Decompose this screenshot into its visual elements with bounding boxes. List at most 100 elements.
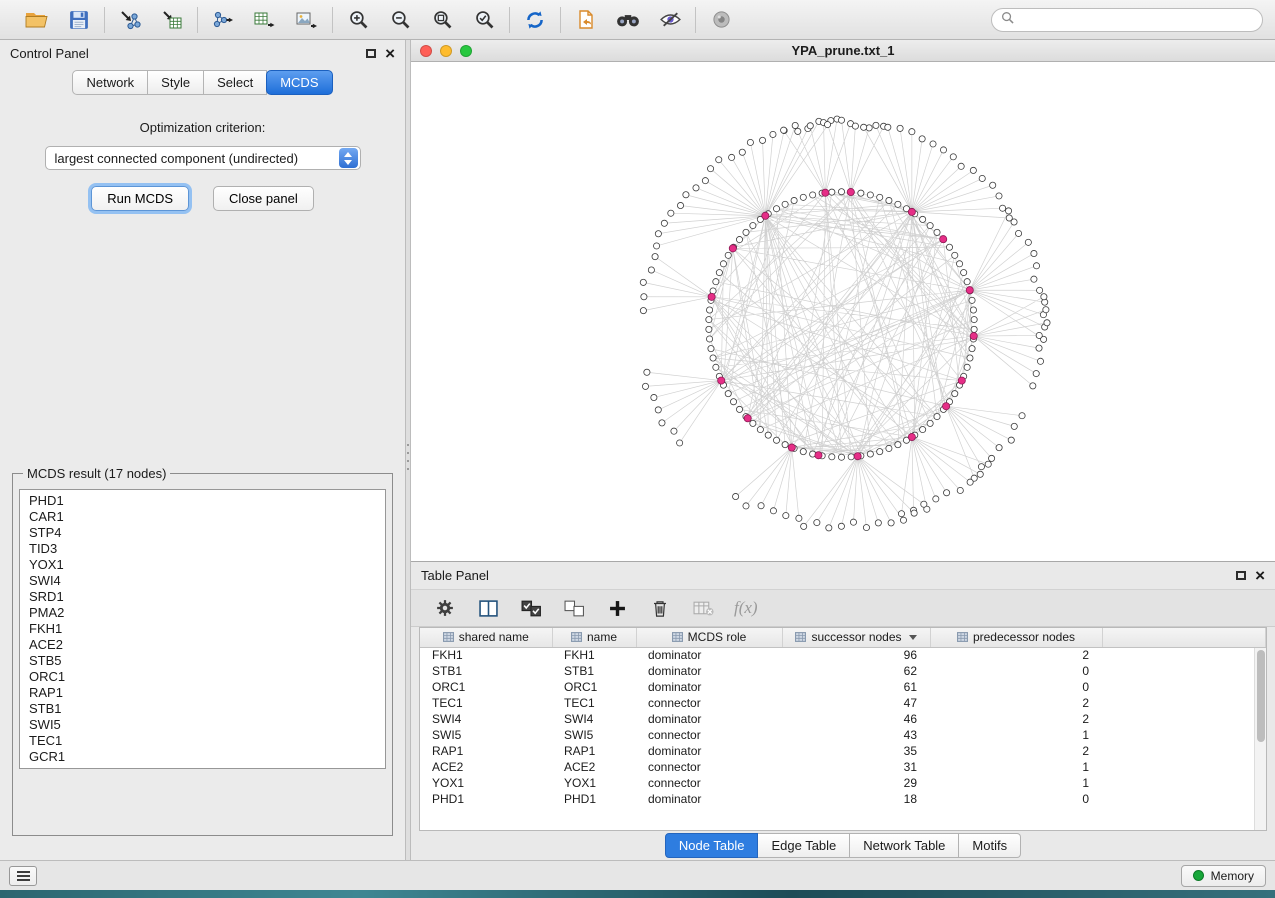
mcds-result-list[interactable]: PHD1CAR1STP4TID3YOX1SWI4SRD1PMA2FKH1ACE2… [19, 489, 386, 769]
table-row[interactable]: SWI4SWI4dominator462 [420, 711, 1266, 727]
table-cell: 0 [930, 663, 1102, 679]
mcds-result-item[interactable]: CAR1 [20, 509, 385, 525]
run-mcds-button[interactable]: Run MCDS [91, 186, 189, 211]
export-table-icon[interactable] [252, 7, 278, 33]
table-cell: connector [636, 695, 782, 711]
table-settings-gear-icon[interactable] [433, 597, 457, 619]
zoom-fit-icon[interactable] [429, 7, 455, 33]
col-mcds-role[interactable]: MCDS role [636, 628, 782, 647]
save-session-icon[interactable] [66, 7, 92, 33]
close-table-panel-icon[interactable]: × [1255, 570, 1265, 582]
table-scrollbar-thumb[interactable] [1257, 650, 1265, 742]
table-row[interactable]: ACE2ACE2connector311 [420, 759, 1266, 775]
float-table-panel-icon[interactable] [1236, 571, 1246, 580]
table-cell: SWI5 [420, 727, 552, 743]
hide-graphics-icon[interactable] [657, 7, 683, 33]
zoom-group [333, 7, 509, 33]
search-input[interactable] [1020, 13, 1253, 27]
mcds-result-item[interactable]: RAP1 [20, 685, 385, 701]
col-name[interactable]: name [552, 628, 636, 647]
hide-column-icon [691, 597, 715, 619]
mcds-result-item[interactable]: ORC1 [20, 669, 385, 685]
table-panel: Table Panel × [411, 562, 1275, 860]
mcds-result-item[interactable]: STB1 [20, 701, 385, 717]
table-cell: 62 [782, 663, 930, 679]
close-panel-icon[interactable]: × [385, 48, 395, 60]
export-document-icon[interactable] [573, 7, 599, 33]
zoom-out-icon[interactable] [387, 7, 413, 33]
table-cell: 31 [782, 759, 930, 775]
col-successor-nodes[interactable]: successor nodes [782, 628, 930, 647]
network-window-titlebar: YPA_prune.txt_1 [411, 40, 1275, 62]
import-table-icon[interactable] [159, 7, 185, 33]
mcds-result-item[interactable]: FKH1 [20, 621, 385, 637]
zoom-in-icon[interactable] [345, 7, 371, 33]
open-file-icon[interactable] [24, 7, 50, 33]
memory-button[interactable]: Memory [1181, 865, 1266, 887]
table-row[interactable]: TEC1TEC1connector472 [420, 695, 1266, 711]
delete-row-icon[interactable] [648, 597, 672, 619]
maximize-window-icon[interactable] [460, 45, 472, 57]
optimization-criterion-select[interactable]: largest connected component (undirected) [45, 146, 361, 170]
close-panel-button[interactable]: Close panel [213, 186, 314, 211]
mcds-result-item[interactable]: ACE2 [20, 637, 385, 653]
select-all-rows-icon[interactable] [519, 597, 543, 619]
table-cell [1102, 743, 1266, 759]
export-network-icon[interactable] [210, 7, 236, 33]
tab-network[interactable]: Network [72, 70, 148, 95]
mcds-result-item[interactable]: YOX1 [20, 557, 385, 573]
mcds-result-item[interactable]: SRD1 [20, 589, 385, 605]
table-scrollbar[interactable] [1254, 648, 1266, 830]
tab-motifs[interactable]: Motifs [959, 833, 1021, 858]
tab-node-table[interactable]: Node Table [665, 833, 759, 858]
table-row[interactable]: YOX1YOX1connector291 [420, 775, 1266, 791]
table-cell: 1 [930, 759, 1102, 775]
status-menu-button[interactable] [9, 866, 37, 886]
table-cell: connector [636, 727, 782, 743]
search-network-icon[interactable] [615, 7, 641, 33]
mcds-result-item[interactable]: TID3 [20, 541, 385, 557]
mcds-result-item[interactable]: SWI5 [20, 717, 385, 733]
mcds-result-item[interactable]: STP4 [20, 525, 385, 541]
table-cell: 46 [782, 711, 930, 727]
tab-select[interactable]: Select [204, 70, 267, 95]
import-network-icon[interactable] [117, 7, 143, 33]
col-shared-name[interactable]: shared name [420, 628, 552, 647]
refresh-view-icon[interactable] [522, 7, 548, 33]
tab-network-table[interactable]: Network Table [850, 833, 959, 858]
col-filler [1102, 628, 1266, 647]
table-row[interactable]: SWI5SWI5connector431 [420, 727, 1266, 743]
table-cell: 1 [930, 727, 1102, 743]
mcds-result-item[interactable]: TEC1 [20, 733, 385, 749]
zoom-selected-icon[interactable] [471, 7, 497, 33]
float-panel-icon[interactable] [366, 49, 376, 58]
tab-style[interactable]: Style [148, 70, 204, 95]
mcds-result-item[interactable]: STB5 [20, 653, 385, 669]
mcds-tab-content: Optimization criterion: largest connecte… [0, 102, 405, 860]
tab-mcds[interactable]: MCDS [266, 70, 332, 95]
mcds-result-item[interactable]: PHD1 [20, 493, 385, 509]
main-toolbar [0, 0, 1275, 40]
table-row[interactable]: STB1STB1dominator620 [420, 663, 1266, 679]
tab-edge-table[interactable]: Edge Table [758, 833, 850, 858]
table-row[interactable]: RAP1RAP1dominator352 [420, 743, 1266, 759]
table-row[interactable]: FKH1FKH1dominator962 [420, 647, 1266, 663]
panel-splitter[interactable] [405, 40, 411, 860]
table-cell: 29 [782, 775, 930, 791]
export-group [198, 7, 332, 33]
table-row[interactable]: PHD1PHD1dominator180 [420, 791, 1266, 807]
manage-columns-icon[interactable] [476, 597, 500, 619]
table-row[interactable]: ORC1ORC1dominator610 [420, 679, 1266, 695]
network-canvas[interactable] [411, 62, 1275, 561]
mcds-result-item[interactable]: SWI4 [20, 573, 385, 589]
add-row-icon[interactable] [605, 597, 629, 619]
unselect-all-rows-icon[interactable] [562, 597, 586, 619]
export-image-icon[interactable] [294, 7, 320, 33]
toolbar-search[interactable] [991, 8, 1263, 32]
close-window-icon[interactable] [420, 45, 432, 57]
minimize-window-icon[interactable] [440, 45, 452, 57]
show-graphics-icon[interactable] [708, 7, 734, 33]
col-predecessor-nodes[interactable]: predecessor nodes [930, 628, 1102, 647]
mcds-result-item[interactable]: GCR1 [20, 749, 385, 765]
mcds-result-item[interactable]: PMA2 [20, 605, 385, 621]
